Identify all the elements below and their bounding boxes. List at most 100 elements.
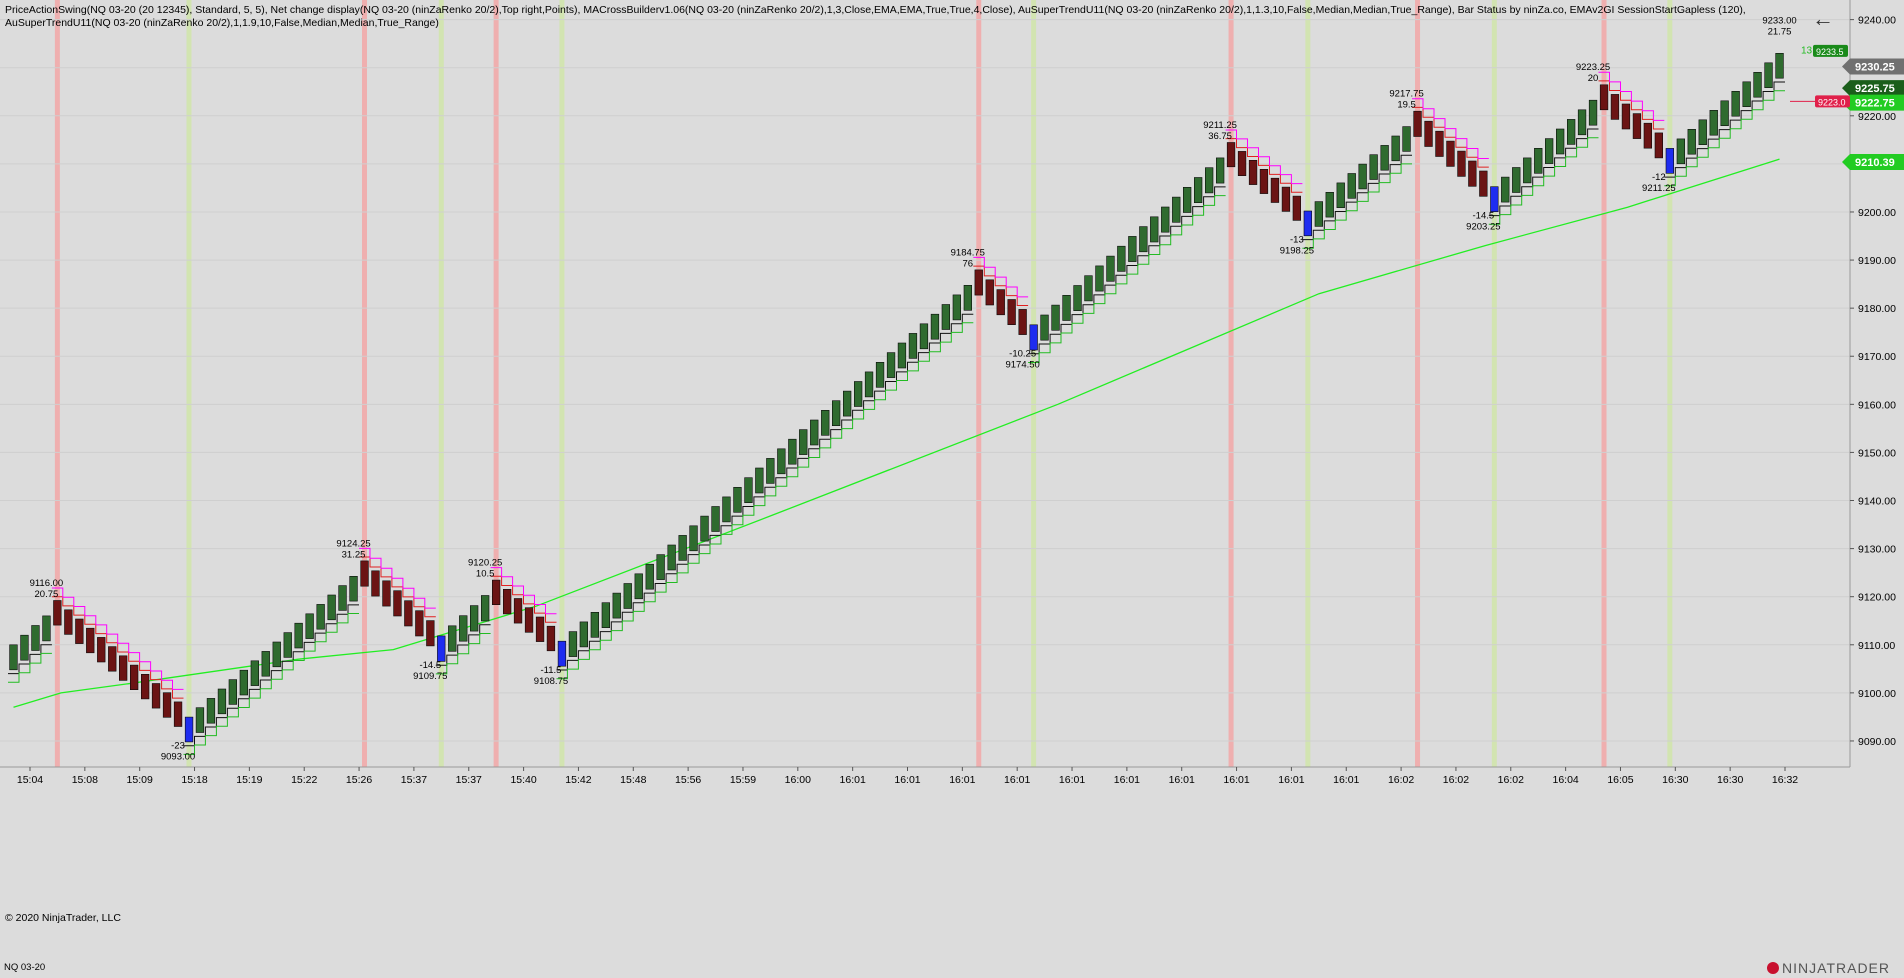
- renko-brick: [1161, 206, 1170, 233]
- renko-brick: [579, 621, 588, 648]
- renko-brick: [283, 632, 292, 658]
- renko-brick: [1577, 109, 1587, 136]
- price-marker-label: 9222.75: [1855, 98, 1895, 110]
- renko-brick: [1457, 150, 1466, 177]
- swing-high-price: 9211.25: [1203, 120, 1237, 131]
- renko-brick: [1698, 119, 1707, 146]
- renko-brick: [1446, 140, 1455, 167]
- indicator-header-line1: PriceActionSwing(NQ 03-20 (20 12345), St…: [5, 4, 1746, 16]
- x-tick-label: 16:02: [1498, 774, 1524, 786]
- renko-brick: [217, 688, 227, 715]
- renko-brick: [393, 590, 402, 617]
- renko-brick: [1259, 169, 1269, 194]
- renko-brick: [941, 304, 950, 330]
- y-tick-label: 9160.00: [1858, 399, 1896, 411]
- swing-high-change: 20.75: [35, 589, 59, 600]
- y-tick-label: 9220.00: [1858, 111, 1896, 123]
- swing-high-price: 9233.00: [1762, 15, 1796, 26]
- renko-brick: [1588, 99, 1598, 126]
- renko-brick: [1523, 157, 1532, 184]
- swing-high-price: 9124.25: [336, 538, 370, 549]
- price-marker-label: 9230.25: [1855, 62, 1895, 74]
- swing-low-price: 9211.25: [1642, 183, 1676, 194]
- renko-brick: [996, 289, 1005, 316]
- renko-brick: [1007, 299, 1016, 326]
- x-tick-label: 15:26: [346, 774, 372, 786]
- renko-brick: [1040, 314, 1049, 341]
- renko-brick: [985, 279, 994, 306]
- swing-low-price: 9093.00: [161, 752, 195, 763]
- renko-brick: [1424, 120, 1433, 147]
- renko-brick: [195, 707, 205, 733]
- renko-brick: [1117, 245, 1126, 272]
- renko-brick: [327, 594, 336, 621]
- renko-brick: [1292, 195, 1301, 221]
- renko-brick: [382, 580, 391, 607]
- chart-window[interactable]: 9116.00 20.75 -23 9093.00 9124.25 31.25 -14.5 9…: [0, 0, 1904, 978]
- renko-brick: [1720, 100, 1729, 127]
- x-tick-label: 15:40: [510, 774, 536, 786]
- renko-brick: [1764, 62, 1773, 88]
- renko-brick: [1709, 110, 1718, 136]
- renko-brick: [535, 616, 545, 642]
- renko-brick: [294, 622, 303, 649]
- renko-brick: [1325, 192, 1334, 218]
- renko-brick: [897, 342, 907, 369]
- swing-low-change: -14.5: [419, 660, 441, 671]
- reversal-stripe: [186, 0, 192, 767]
- price-chart[interactable]: 9116.0020.75-239093.009124.2531.25-14.59…: [0, 0, 1904, 978]
- renko-brick: [1281, 186, 1291, 212]
- swing-low-change: -14.5: [1473, 210, 1495, 221]
- back-arrow-icon[interactable]: ←: [1812, 6, 1834, 32]
- renko-brick: [722, 496, 731, 523]
- x-tick-label: 16:01: [840, 774, 866, 786]
- renko-brick: [86, 627, 95, 654]
- renko-brick: [711, 506, 720, 532]
- renko-brick: [974, 269, 983, 296]
- renko-brick: [744, 477, 753, 504]
- swing-low-price: 9203.25: [1466, 221, 1500, 232]
- swing-high-change: 36.75: [1208, 131, 1232, 142]
- x-tick-label: 16:01: [1059, 774, 1085, 786]
- renko-brick: [1380, 145, 1389, 171]
- x-tick-label: 16:01: [1223, 774, 1249, 786]
- renko-brick: [546, 625, 556, 652]
- renko-brick: [1545, 138, 1554, 164]
- renko-brick: [272, 641, 281, 668]
- renko-brick: [1128, 236, 1137, 262]
- renko-brick: [316, 604, 325, 630]
- renko-brick: [1501, 176, 1510, 203]
- renko-brick: [1468, 160, 1477, 187]
- renko-brick: [173, 701, 183, 727]
- renko-brick: [766, 458, 775, 484]
- swing-high-price: 9120.25: [468, 557, 502, 568]
- renko-brick: [502, 588, 512, 615]
- renko-brick: [853, 381, 863, 407]
- renko-brick: [1610, 94, 1620, 120]
- renko-brick: [821, 409, 830, 436]
- ninjatrader-logo-icon: [1767, 962, 1780, 974]
- renko-brick: [1084, 275, 1093, 302]
- renko-brick: [842, 390, 852, 417]
- renko-brick: [689, 525, 698, 552]
- renko-brick: [1632, 113, 1642, 139]
- renko-brick: [908, 333, 918, 359]
- renko-brick: [645, 563, 654, 590]
- brand-logo: NINJATRADER: [1767, 960, 1890, 976]
- y-tick-label: 9170.00: [1858, 351, 1896, 363]
- x-tick-label: 16:02: [1443, 774, 1469, 786]
- renko-brick: [64, 609, 73, 635]
- renko-brick: [1194, 177, 1203, 204]
- renko-brick: [1654, 132, 1663, 159]
- renko-brick: [1358, 163, 1367, 190]
- x-tick-label: 15:48: [620, 774, 646, 786]
- swing-low-price: 9174.50: [1005, 360, 1039, 371]
- renko-brick: [1599, 84, 1609, 111]
- y-tick-label: 9100.00: [1858, 688, 1896, 700]
- x-tick-label: 16:01: [1278, 774, 1304, 786]
- renko-brick: [1205, 167, 1214, 194]
- copyright-text: © 2020 NinjaTrader, LLC: [5, 912, 121, 924]
- renko-brick: [667, 544, 676, 571]
- swing-high-price: 9217.75: [1389, 89, 1423, 100]
- reversal-stripe: [493, 0, 499, 767]
